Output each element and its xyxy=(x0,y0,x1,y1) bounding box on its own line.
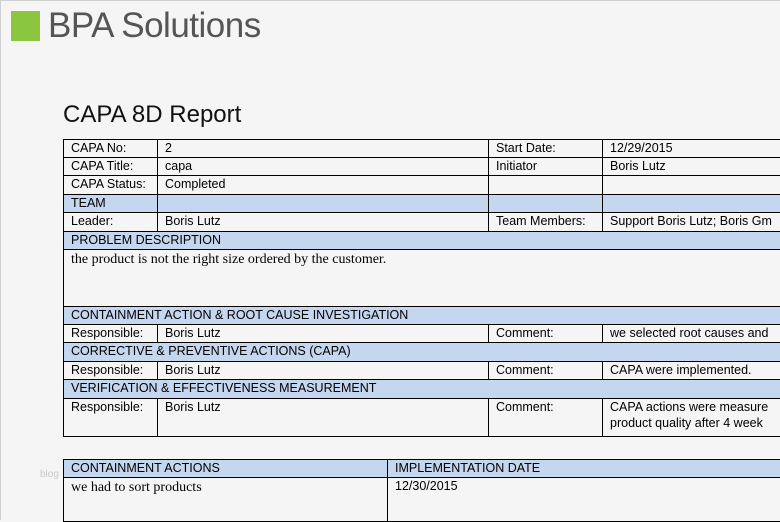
brand-logo-text: BPA Solutions xyxy=(48,6,261,46)
table-row: CAPA No: 2 Start Date: 12/29/2015 xyxy=(64,140,780,158)
table-header-row: CONTAINMENT ACTIONS IMPLEMENTATION DATE xyxy=(64,460,780,478)
comment-label: Comment: xyxy=(489,362,603,380)
table-row: PROBLEM DESCRIPTION xyxy=(64,232,780,250)
responsible-label: Responsible: xyxy=(64,325,158,343)
capa-status-label: CAPA Status: xyxy=(64,176,158,195)
capa-title-label: CAPA Title: xyxy=(64,158,158,176)
watermark: blog xyxy=(40,469,59,480)
page-title: CAPA 8D Report xyxy=(63,101,241,129)
problem-text: the product is not the right size ordere… xyxy=(64,250,780,307)
table-row: CAPA Status: Completed xyxy=(64,176,780,195)
table-row: Responsible: Boris Lutz Comment: CAPA ac… xyxy=(64,399,780,437)
responsible-value: Boris Lutz xyxy=(158,399,489,437)
empty-cell xyxy=(158,195,489,213)
table-row: Responsible: Boris Lutz Comment: CAPA we… xyxy=(64,362,780,380)
corrective-header: CORRECTIVE & PREVENTIVE ACTIONS (CAPA) xyxy=(64,343,780,362)
empty-cell xyxy=(603,176,780,195)
capa-report-table: CAPA No: 2 Start Date: 12/29/2015 CAPA T… xyxy=(63,139,780,437)
responsible-value: Boris Lutz xyxy=(158,325,489,343)
brand-logo-square xyxy=(11,11,40,41)
table-row: CORRECTIVE & PREVENTIVE ACTIONS (CAPA) xyxy=(64,343,780,362)
capa-title-value: capa xyxy=(158,158,489,176)
capa-status-value: Completed xyxy=(158,176,489,195)
initiator-value: Boris Lutz xyxy=(603,158,780,176)
team-header: TEAM xyxy=(64,195,158,213)
table-row: VERIFICATION & EFFECTIVENESS MEASUREMENT xyxy=(64,380,780,399)
comment-label: Comment: xyxy=(489,399,603,437)
comment-line: product quality after 4 week xyxy=(610,415,780,431)
comment-value: CAPA actions were measureproduct quality… xyxy=(603,399,780,437)
empty-cell xyxy=(489,176,603,195)
empty-cell xyxy=(489,195,603,213)
empty-cell xyxy=(603,195,780,213)
initiator-label: Initiator xyxy=(489,158,603,176)
table-row: we had to sort products 12/30/2015 xyxy=(64,478,780,522)
leader-label: Leader: xyxy=(64,213,158,232)
comment-label: Comment: xyxy=(489,325,603,343)
table-row: CAPA Title: capa Initiator Boris Lutz xyxy=(64,158,780,176)
comment-line: CAPA actions were measure xyxy=(610,399,780,415)
problem-header: PROBLEM DESCRIPTION xyxy=(64,232,780,250)
comment-value: we selected root causes and xyxy=(603,325,780,343)
table-row: Leader: Boris Lutz Team Members: Support… xyxy=(64,213,780,232)
verification-header: VERIFICATION & EFFECTIVENESS MEASUREMENT xyxy=(64,380,780,399)
column-header-containment-actions: CONTAINMENT ACTIONS xyxy=(64,460,388,478)
responsible-label: Responsible: xyxy=(64,399,158,437)
containment-actions-table: CONTAINMENT ACTIONS IMPLEMENTATION DATE … xyxy=(63,459,780,522)
table-row: the product is not the right size ordere… xyxy=(64,250,780,307)
column-header-implementation-date: IMPLEMENTATION DATE xyxy=(388,460,780,478)
responsible-value: Boris Lutz xyxy=(158,362,489,380)
comment-value: CAPA were implemented. xyxy=(603,362,780,380)
capa-no-label: CAPA No: xyxy=(64,140,158,158)
capa-no-value: 2 xyxy=(158,140,489,158)
team-members-label: Team Members: xyxy=(489,213,603,232)
team-members-value: Support Boris Lutz; Boris Gm xyxy=(603,213,780,232)
responsible-label: Responsible: xyxy=(64,362,158,380)
table-row: TEAM xyxy=(64,195,780,213)
table-row: Responsible: Boris Lutz Comment: we sele… xyxy=(64,325,780,343)
action-cell: we had to sort products xyxy=(64,478,388,522)
date-cell: 12/30/2015 xyxy=(388,478,780,522)
leader-value: Boris Lutz xyxy=(158,213,489,232)
start-date-value: 12/29/2015 xyxy=(603,140,780,158)
table-row: CONTAINMENT ACTION & ROOT CAUSE INVESTIG… xyxy=(64,307,780,325)
start-date-label: Start Date: xyxy=(489,140,603,158)
containment-header: CONTAINMENT ACTION & ROOT CAUSE INVESTIG… xyxy=(64,307,780,325)
